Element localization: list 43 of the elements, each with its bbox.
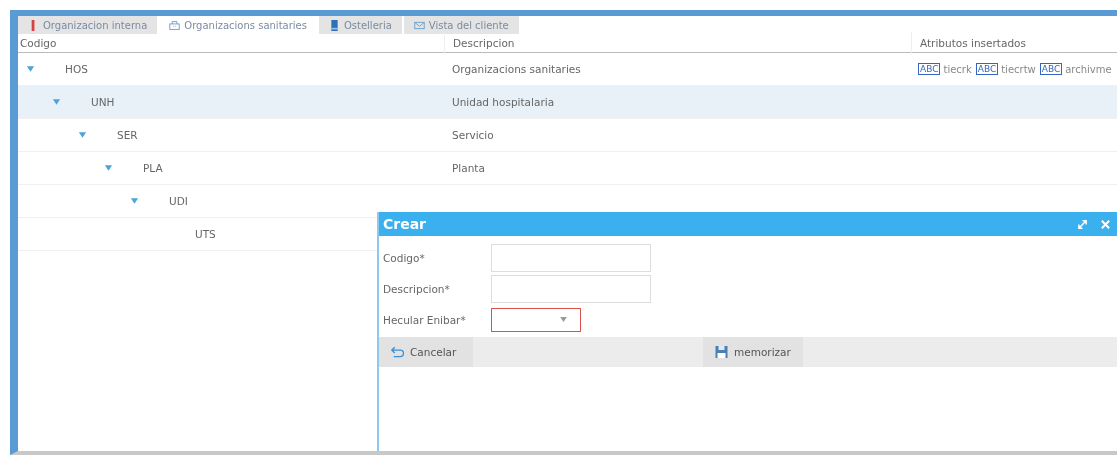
- input-field[interactable]: [491, 274, 651, 303]
- code-text: SER: [117, 129, 138, 141]
- text-attribute-icon: ABC: [918, 63, 941, 75]
- code-text: UDI: [169, 195, 188, 207]
- attribute-label: archivme: [1065, 63, 1112, 75]
- building-icon: [169, 19, 181, 31]
- column-header[interactable]: Descripcion: [444, 32, 911, 54]
- code-text: PLA: [143, 162, 163, 174]
- dialog-title: Crear: [383, 216, 428, 232]
- envelope-icon: [413, 19, 425, 31]
- expand-triangle-icon[interactable]: [130, 198, 139, 204]
- code-text: UTS: [195, 228, 216, 240]
- field-label: Hecular Enibar*: [382, 313, 467, 326]
- code-text: HOS: [65, 63, 88, 75]
- tree-row[interactable]: PLA Planta: [18, 152, 1117, 185]
- field-label: Codigo*: [382, 251, 426, 264]
- close-icon[interactable]: [1100, 218, 1111, 230]
- text-attribute-icon: ABC: [1039, 63, 1063, 75]
- column-header[interactable]: Atributos insertados: [911, 32, 1117, 54]
- text-attribute-icon: ABC: [975, 63, 999, 75]
- description-text: Organizacions sanitaries: [452, 63, 581, 75]
- description-text: Planta: [452, 162, 485, 174]
- tree-row[interactable]: UNH Unidad hospitalaria: [18, 86, 1117, 119]
- book-icon: [328, 19, 340, 31]
- attribute-label: tiecrtw: [1001, 63, 1036, 75]
- expand-icon[interactable]: [1077, 218, 1088, 230]
- caret-icon: [559, 317, 568, 322]
- column-header[interactable]: Codigo: [18, 37, 444, 49]
- expand-triangle-icon[interactable]: [26, 66, 35, 72]
- description-text: Unidad hospitalaria: [452, 96, 555, 108]
- dropdown-field[interactable]: [491, 307, 581, 332]
- expand-triangle-icon[interactable]: [78, 132, 87, 138]
- expand-triangle-icon[interactable]: [104, 165, 113, 171]
- expand-triangle-icon[interactable]: [52, 99, 61, 105]
- cancel-button[interactable]: Cancelar: [379, 337, 473, 367]
- description-text: Servicio: [452, 129, 494, 141]
- undo-arrow-icon: [391, 346, 404, 358]
- save-button[interactable]: memorizar: [703, 337, 803, 367]
- field-label: Descripcion*: [382, 282, 451, 295]
- tree-row[interactable]: SER Servicio: [18, 119, 1117, 152]
- input-field[interactable]: [491, 243, 651, 272]
- attribute-label: tiecrk: [943, 63, 972, 75]
- code-text: UNH: [91, 96, 115, 108]
